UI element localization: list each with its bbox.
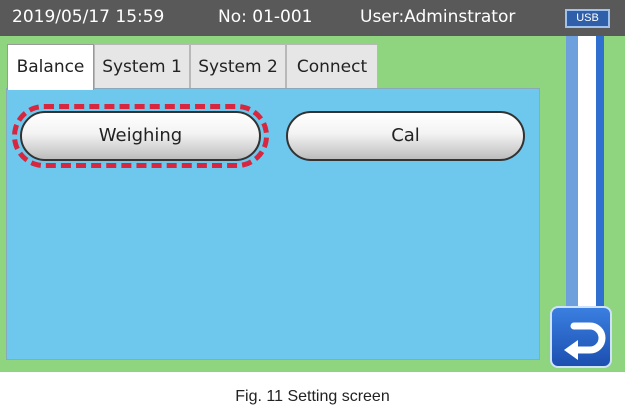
tab-balance[interactable]: Balance xyxy=(7,44,94,90)
return-arrow-icon xyxy=(564,322,606,360)
side-strip xyxy=(566,36,578,321)
side-strip xyxy=(596,36,604,321)
tab-system-1[interactable]: System 1 xyxy=(94,44,190,88)
usb-badge: USB xyxy=(565,9,610,28)
datetime-text: 2019/05/17 15:59 xyxy=(12,7,165,27)
user-text: User:Adminstrator xyxy=(360,7,516,27)
status-bar: 2019/05/17 15:59 No: 01-001 User:Adminst… xyxy=(0,0,625,36)
weighing-button[interactable]: Weighing xyxy=(20,111,261,161)
tab-system-2[interactable]: System 2 xyxy=(190,44,286,88)
side-strip xyxy=(578,36,596,321)
cal-button[interactable]: Cal xyxy=(286,111,525,161)
back-button[interactable] xyxy=(550,306,612,368)
record-number-text: No: 01-001 xyxy=(218,7,313,27)
device-screen: 2019/05/17 15:59 No: 01-001 User:Adminst… xyxy=(0,0,625,372)
tab-connect[interactable]: Connect xyxy=(286,44,378,88)
figure-caption: Fig. 11 Setting screen xyxy=(235,388,390,405)
